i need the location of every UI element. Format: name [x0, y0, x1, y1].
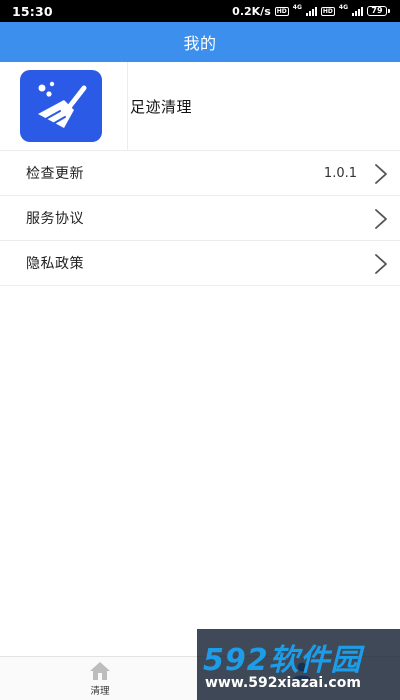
signal-icon [305, 6, 317, 16]
watermark-brand: 592软件园 [203, 643, 362, 678]
chevron-right-icon [375, 254, 387, 274]
chevron-right-icon [375, 209, 387, 229]
network-type-label: 4G [292, 4, 302, 11]
battery-level: 79 [367, 6, 387, 16]
menu-item-privacy-policy[interactable]: 隐私政策 [0, 241, 400, 286]
status-bar: 15:30 0.2K/s HD 4G HD 4G 79 [0, 0, 400, 22]
profile-section: 足迹清理 [0, 62, 400, 150]
menu-item-service-agreement[interactable]: 服务协议 [0, 196, 400, 241]
home-icon [90, 662, 110, 680]
page-title: 我的 [183, 34, 217, 53]
broom-icon [38, 81, 87, 128]
profile-divider [127, 62, 128, 150]
app-name: 足迹清理 [130, 98, 193, 116]
battery-icon: 79 [367, 6, 390, 16]
hd-badge: HD [320, 6, 335, 16]
tab-clean[interactable]: 清理 [60, 659, 140, 699]
watermark-url: www.592xiazai.com [205, 675, 361, 691]
chevron-right-icon [375, 164, 387, 184]
menu-item-label: 检查更新 [26, 166, 84, 182]
menu-item-label: 隐私政策 [26, 256, 84, 272]
hd-badge: HD [274, 6, 289, 16]
network-type-label: 4G [338, 4, 348, 11]
settings-menu: 检查更新 1.0.1 服务协议 隐私政策 [0, 150, 400, 286]
status-time: 15:30 [12, 3, 53, 19]
status-indicators: 0.2K/s HD 4G HD 4G 79 [232, 5, 390, 18]
version-value: 1.0.1 [323, 165, 357, 181]
title-bar: 我的 [0, 22, 400, 62]
menu-item-check-update[interactable]: 检查更新 1.0.1 [0, 151, 400, 196]
network-speed: 0.2K/s [232, 4, 271, 18]
app-icon [20, 70, 102, 142]
menu-item-label: 服务协议 [26, 211, 84, 227]
tab-label: 清理 [90, 686, 110, 697]
signal-icon [352, 6, 363, 16]
watermark: 592软件园 www.592xiazai.com [197, 629, 400, 700]
